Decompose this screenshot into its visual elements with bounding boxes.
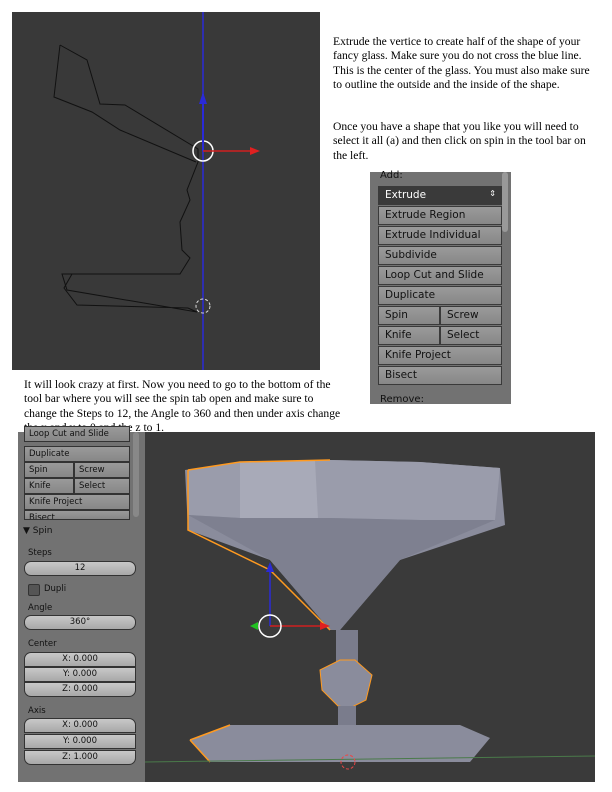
extrude-region-button[interactable]: Extrude Region	[378, 206, 502, 225]
remove-label: Remove:	[380, 394, 424, 405]
spin-tool-panel: Loop Cut and Slide Duplicate Spin Screw …	[18, 426, 145, 782]
loop-cut-button[interactable]: Loop Cut and Slide	[378, 266, 502, 285]
dupli-checkbox[interactable]	[28, 584, 40, 596]
duplicate-button[interactable]: Duplicate	[24, 446, 130, 462]
knife-project-button[interactable]: Knife Project	[24, 494, 130, 510]
duplicate-button[interactable]: Duplicate	[378, 286, 502, 305]
spin-button[interactable]: Spin	[24, 462, 74, 478]
spin-section-header[interactable]: ▼ Spin	[23, 526, 52, 536]
screw-button[interactable]: Screw	[74, 462, 130, 478]
center-x-field[interactable]: X: 0.000	[24, 652, 136, 667]
instruction-2: Once you have a shape that you like you …	[333, 120, 586, 162]
knife-button[interactable]: Knife	[24, 478, 74, 494]
bisect-button[interactable]: Bisect	[24, 510, 130, 520]
center-label: Center	[28, 639, 57, 649]
steps-field[interactable]: 12	[24, 561, 136, 576]
extrude-dropdown[interactable]: Extrude ⇕	[378, 186, 502, 205]
select-button[interactable]: Select	[440, 326, 502, 345]
profile-drawing	[53, 12, 260, 370]
angle-label: Angle	[28, 603, 53, 613]
dupli-label: Dupli	[44, 584, 67, 594]
steps-label: Steps	[28, 548, 52, 558]
viewport-profile[interactable]	[12, 12, 320, 370]
tool-panel: Add: Extrude ⇕ Extrude Region Extrude Ind…	[370, 170, 511, 405]
center-z-field[interactable]: Z: 0.000	[24, 682, 136, 697]
select-button[interactable]: Select	[74, 478, 130, 494]
instruction-1: Extrude the vertice to create half of th…	[333, 35, 590, 91]
angle-field[interactable]: 360°	[24, 615, 136, 630]
x-arrow-icon	[250, 147, 260, 155]
axis-y-field[interactable]: Y: 0.000	[24, 734, 136, 749]
z-arrow-icon	[266, 562, 274, 572]
scrollbar[interactable]	[502, 172, 508, 232]
profile-outline	[59, 44, 199, 313]
bisect-button[interactable]: Bisect	[378, 366, 502, 385]
center-y-field[interactable]: Y: 0.000	[24, 667, 136, 682]
screw-button[interactable]: Screw	[440, 306, 502, 325]
subdivide-button[interactable]: Subdivide	[378, 246, 502, 265]
axis-label: Axis	[28, 706, 46, 716]
z-arrow-icon	[199, 92, 207, 104]
axis-z-field[interactable]: Z: 1.000	[24, 750, 136, 765]
spin-button[interactable]: Spin	[378, 306, 440, 325]
y-arrow-icon	[250, 622, 258, 630]
scrollbar[interactable]	[133, 432, 139, 517]
loop-cut-button[interactable]: Loop Cut and Slide	[24, 426, 130, 442]
knife-button[interactable]: Knife	[378, 326, 440, 345]
extrude-individual-button[interactable]: Extrude Individual	[378, 226, 502, 245]
knife-project-button[interactable]: Knife Project	[378, 346, 502, 365]
add-label: Add:	[380, 170, 403, 181]
axis-x-field[interactable]: X: 0.000	[24, 718, 136, 733]
